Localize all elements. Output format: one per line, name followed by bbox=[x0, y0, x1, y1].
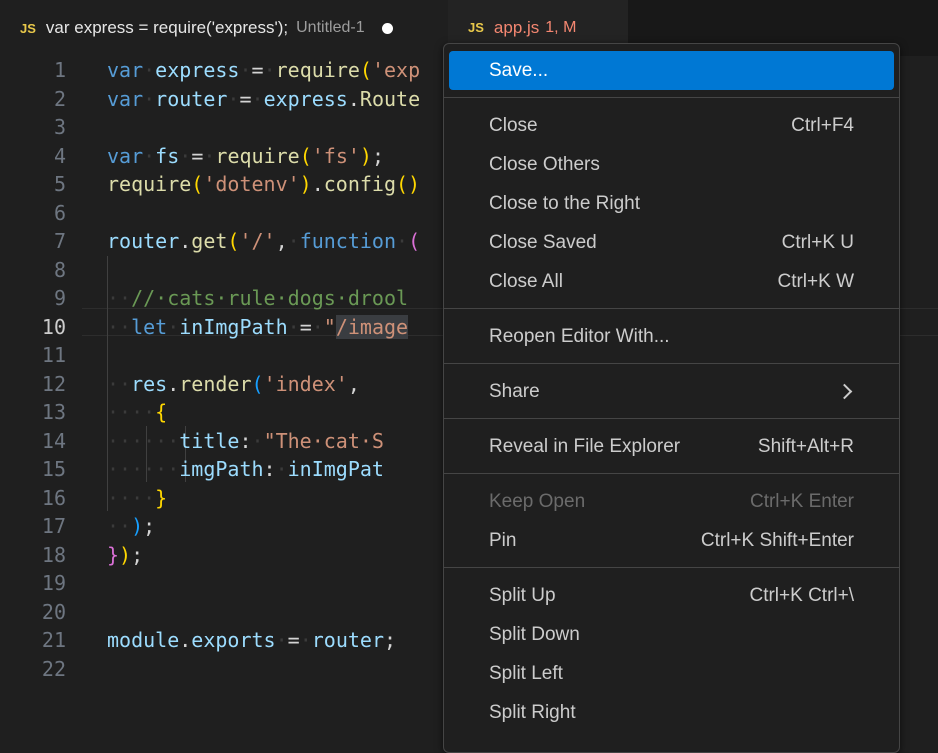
menu-item-reopen-editor-with[interactable]: Reopen Editor With... bbox=[449, 317, 894, 356]
code-line: ··//·cats·rule·dogs·drool bbox=[107, 286, 409, 310]
code-line: ····{ bbox=[107, 400, 168, 424]
code-line: ··); bbox=[107, 514, 156, 538]
menu-item-pin[interactable]: Pin Ctrl+K Shift+Enter bbox=[449, 521, 894, 560]
line-number: 10 bbox=[41, 314, 66, 339]
code-line: ··let·inImgPath·=·"/image bbox=[107, 314, 409, 339]
menu-item-close-saved[interactable]: Close Saved Ctrl+K U bbox=[449, 223, 894, 262]
code-line: require('dotenv').config() bbox=[107, 172, 421, 196]
tab-status-badge: 1, M bbox=[545, 18, 577, 36]
menu-separator bbox=[444, 567, 899, 568]
line-number: 16 bbox=[41, 485, 66, 510]
tab-title: var express = require('express'); bbox=[45, 18, 289, 37]
line-number: 3 bbox=[53, 115, 66, 139]
menu-item-close-others[interactable]: Close Others bbox=[449, 145, 894, 184]
menu-item-split-right[interactable]: Split Right bbox=[449, 693, 894, 732]
line-number: 8 bbox=[53, 257, 66, 282]
line-number: 4 bbox=[53, 143, 66, 168]
line-number: 1 bbox=[53, 58, 66, 82]
menu-item-reveal-in-file-explorer[interactable]: Reveal in File Explorer Shift+Alt+R bbox=[449, 427, 894, 466]
code-line: module.exports·=·router; bbox=[107, 628, 397, 652]
menu-separator bbox=[444, 473, 899, 474]
chevron-right-icon bbox=[836, 383, 853, 400]
code-line: router.get('/',·function·( bbox=[107, 229, 421, 253]
line-number: 22 bbox=[41, 656, 66, 681]
menu-item-save[interactable]: Save... bbox=[449, 51, 894, 90]
code-line: ··res.render('index', bbox=[107, 371, 360, 396]
javascript-file-icon: JS bbox=[20, 20, 36, 36]
line-number: 14 bbox=[41, 428, 66, 453]
menu-item-close-all[interactable]: Close All Ctrl+K W bbox=[449, 262, 894, 301]
unsaved-dot-icon[interactable] bbox=[381, 22, 393, 34]
code-line: ······imgPath:·inImgPat bbox=[107, 457, 384, 481]
menu-item-split-up[interactable]: Split Up Ctrl+K Ctrl+\ bbox=[449, 576, 894, 615]
line-number: 17 bbox=[41, 514, 66, 538]
code-line: }); bbox=[107, 542, 144, 567]
menu-separator bbox=[444, 418, 899, 419]
line-number: 20 bbox=[41, 599, 66, 624]
code-line: ······title:·"The·cat·S bbox=[107, 428, 384, 453]
line-number: 13 bbox=[41, 400, 66, 424]
menu-item-keep-open: Keep Open Ctrl+K Enter bbox=[489, 490, 854, 512]
menu-item-close[interactable]: Close Ctrl+F4 bbox=[449, 106, 894, 145]
line-number: 6 bbox=[53, 200, 66, 225]
line-number: 21 bbox=[41, 628, 66, 652]
menu-item-split-left[interactable]: Split Left bbox=[449, 654, 894, 693]
menu-item-share[interactable]: Share bbox=[449, 372, 894, 411]
tab-context-menu: Save... Close Ctrl+F4 Close Others Close … bbox=[443, 43, 900, 753]
line-number: 7 bbox=[53, 229, 66, 253]
menu-separator bbox=[444, 363, 899, 364]
line-number: 9 bbox=[53, 286, 66, 310]
line-number: 5 bbox=[53, 172, 66, 196]
code-line: var·router·=·express.Route bbox=[107, 86, 421, 111]
line-number: 19 bbox=[41, 571, 66, 595]
tab-untitled-1[interactable]: JS var express = require('express'); Unt… bbox=[0, 0, 448, 56]
menu-separator bbox=[444, 308, 899, 309]
tab-description: Untitled-1 bbox=[296, 19, 365, 36]
javascript-file-icon: JS bbox=[468, 20, 484, 35]
line-number: 15 bbox=[41, 457, 66, 481]
code-line: ····} bbox=[107, 485, 168, 510]
menu-item-close-to-the-right[interactable]: Close to the Right bbox=[449, 184, 894, 223]
line-number: 12 bbox=[41, 371, 66, 396]
menu-separator bbox=[444, 97, 899, 98]
menu-item-split-down[interactable]: Split Down bbox=[449, 615, 894, 654]
code-line: var·fs·=·require('fs'); bbox=[107, 143, 385, 168]
line-number: 18 bbox=[41, 542, 66, 567]
tab-title: app.js bbox=[493, 17, 540, 37]
code-line: var·express·=·require('exp bbox=[107, 58, 421, 82]
line-number: 2 bbox=[53, 86, 66, 111]
line-number: 11 bbox=[41, 343, 66, 367]
